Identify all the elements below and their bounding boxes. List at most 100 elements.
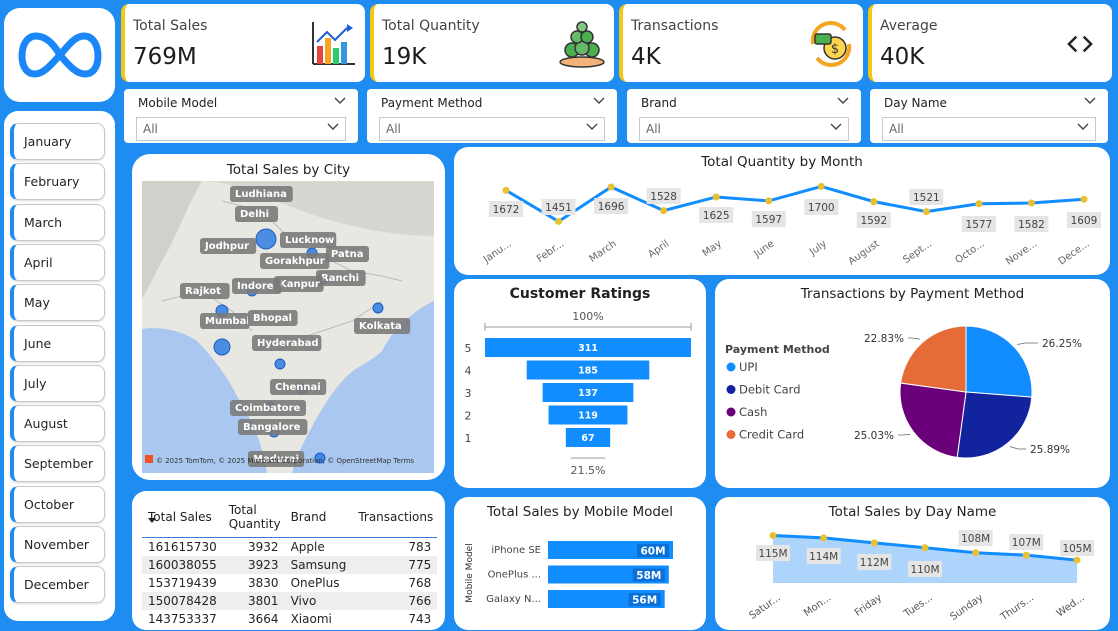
month-button-april[interactable]: April [10, 243, 105, 281]
city-bubble[interactable] [372, 302, 384, 314]
slicer-day-name[interactable]: Day Name All [870, 89, 1108, 143]
kpi-average: Average 40K [868, 4, 1112, 82]
data-point[interactable] [870, 198, 878, 206]
city-label[interactable]: Ludhiana [230, 186, 293, 202]
slicer-payment-method[interactable]: Payment Method All [367, 89, 617, 143]
data-point[interactable] [607, 183, 615, 191]
chevron-down-icon[interactable] [1084, 97, 1096, 105]
data-point[interactable] [975, 200, 983, 208]
city-label[interactable]: Hyderabad [252, 335, 322, 351]
city-label[interactable]: Rajkot [180, 283, 230, 299]
data-point[interactable] [765, 197, 773, 205]
city-label[interactable]: Coimbatore [230, 400, 306, 416]
month-button-july[interactable]: July [10, 364, 105, 402]
table-row[interactable]: 160038055 3923 Samsung 775 [142, 556, 438, 574]
table-row[interactable]: 153719439 3830 OnePlus 768 [142, 574, 437, 592]
data-point[interactable] [820, 534, 828, 542]
month-button-february[interactable]: February [10, 163, 105, 201]
series-line [505, 184, 1085, 224]
slicer-dropdown[interactable]: All [379, 117, 605, 141]
month-button-may[interactable]: May [10, 284, 105, 322]
month-button-december[interactable]: December [10, 566, 105, 604]
month-button-march[interactable]: March [10, 203, 105, 241]
city-label[interactable]: Lucknow [280, 232, 337, 248]
data-point[interactable] [1080, 195, 1088, 203]
legend-swatch[interactable] [726, 407, 736, 417]
col-total-quantity[interactable]: Total Quantity [222, 501, 285, 538]
month-button-january[interactable]: January [10, 123, 105, 160]
chevron-down-icon[interactable] [334, 97, 346, 105]
legend-label[interactable]: Cash [739, 405, 767, 419]
table-row[interactable]: 161615730 3932 Apple 783 [142, 538, 437, 557]
month-button-june[interactable]: June [10, 324, 105, 362]
col-transactions[interactable]: Transactions [352, 501, 438, 538]
data-label: 1609 [1067, 212, 1101, 228]
svg-text:110M: 110M [910, 564, 939, 576]
quantity-line-chart[interactable]: 1672 Janu... 1451 Febr... 1696 March 1528 April… [454, 147, 1110, 275]
pie-slice[interactable] [965, 325, 1033, 398]
mobile-model-bar-chart[interactable]: Mobile Model iPhone SE 60M OnePlus ... 58M Ga… [454, 497, 706, 630]
table-row[interactable]: 143753337 3664 Xiaomi 743 [142, 610, 437, 628]
city-label[interactable]: Chennai [270, 379, 327, 395]
city-label[interactable]: Bangalore [238, 419, 308, 435]
legend-label[interactable]: Credit Card [739, 428, 804, 442]
slicer-dropdown[interactable]: All [882, 117, 1096, 141]
data-point[interactable] [660, 207, 668, 215]
col-brand[interactable]: Brand [284, 501, 353, 538]
city-label[interactable]: Patna [326, 246, 369, 262]
chevron-down-icon[interactable] [837, 97, 849, 105]
legend-swatch[interactable] [726, 385, 736, 394]
city-label[interactable]: Bhopal [248, 310, 298, 326]
payment-pie-chart[interactable]: Payment Method UPI Debit Card Cash Credit Ca… [715, 279, 1110, 488]
city-label[interactable]: Jodhpur [200, 238, 257, 254]
chevron-down-icon [830, 123, 842, 130]
month-button-november[interactable]: November [10, 526, 105, 563]
city-label[interactable]: Gorakhpur [260, 253, 330, 269]
city-label[interactable]: Kolkata [354, 318, 411, 334]
slicer-dropdown[interactable]: All [639, 117, 849, 141]
city-label[interactable]: Delhi [235, 206, 278, 222]
legend-label[interactable]: Debit Card [739, 383, 801, 397]
data-point[interactable] [1073, 556, 1081, 564]
data-point[interactable] [712, 193, 720, 201]
data-point[interactable] [555, 217, 563, 225]
pie-slice[interactable] [900, 325, 967, 393]
data-point[interactable] [1022, 551, 1030, 559]
data-point[interactable] [921, 544, 929, 552]
data-point[interactable] [769, 531, 777, 539]
data-point[interactable] [1027, 199, 1035, 207]
legend-swatch[interactable] [726, 430, 736, 439]
data-point[interactable] [502, 186, 510, 194]
city-bubble[interactable] [274, 358, 286, 370]
table-cell: 150078428 [142, 592, 223, 610]
city-label[interactable]: Indore [232, 278, 282, 294]
day-name-area-chart[interactable]: 115M Satur... 114M Mon... 112M Friday 110M Tues… [715, 497, 1110, 630]
slicer-brand[interactable]: Brand All [627, 89, 861, 143]
data-point[interactable] [817, 182, 825, 190]
pie-slice[interactable] [956, 391, 1033, 459]
bar-value-label: 58M [636, 570, 661, 582]
chevron-down-icon[interactable] [593, 97, 605, 105]
x-tick-label: Febr... [535, 238, 566, 264]
month-button-october[interactable]: October [10, 485, 105, 523]
ratings-funnel-chart[interactable]: 100% 311 5 185 4 137 3 119 2 67 1 21.5% [454, 279, 706, 488]
sort-desc-icon[interactable] [148, 518, 156, 523]
city-bubble[interactable] [255, 228, 277, 250]
map-india[interactable]: Ludhiana Delhi Jodhpur Lucknow Patna Gorakhpu… [142, 181, 434, 473]
slicer-dropdown[interactable]: All [136, 117, 346, 141]
data-point[interactable] [922, 208, 930, 216]
chevron-down-icon [327, 123, 339, 130]
table-row[interactable]: 150078428 3801 Vivo 766 [142, 592, 438, 610]
map-attribution: © 2025 TomTom, © 2025 Microsoft Corporat… [156, 457, 414, 465]
table-cell: Xiaomi [290, 612, 332, 626]
data-point[interactable] [870, 539, 878, 547]
legend-label[interactable]: UPI [739, 360, 758, 374]
month-button-september[interactable]: September [10, 445, 105, 483]
pie-slice[interactable] [899, 382, 967, 458]
month-button-august[interactable]: August [10, 405, 105, 443]
city-bubble[interactable] [213, 338, 231, 356]
slicer-mobile-model[interactable]: Mobile Model All [124, 89, 358, 143]
city-label[interactable]: Mumbai [200, 313, 250, 329]
data-point[interactable] [972, 549, 980, 557]
legend-swatch[interactable] [726, 362, 736, 372]
